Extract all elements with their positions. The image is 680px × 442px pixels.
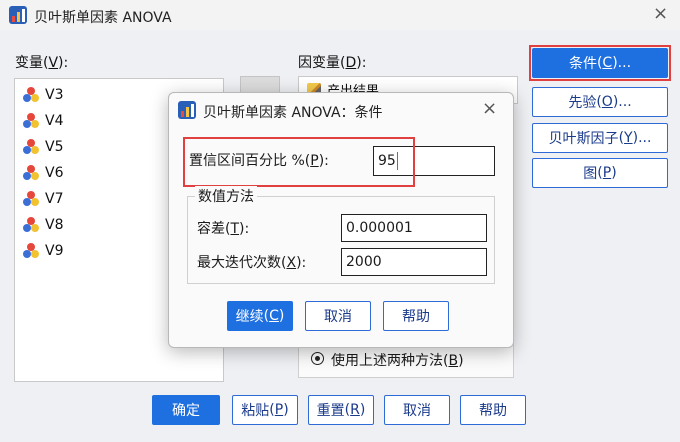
variable-label: V9	[45, 243, 64, 259]
dialog-title: 贝叶斯单因素 ANOVA：条件	[203, 105, 383, 121]
criteria-dialog: 贝叶斯单因素 ANOVA：条件 × 置信区间百分比 %(P): 95 数值方法 …	[168, 92, 514, 348]
priors-button[interactable]: 先验(O)...	[532, 87, 668, 117]
variable-label: V6	[45, 165, 64, 181]
scale-variable-icon	[23, 113, 39, 129]
reset-button[interactable]: 重置(R)	[308, 395, 374, 425]
help-button[interactable]: 帮助	[460, 395, 526, 425]
list-item[interactable]: V6	[23, 162, 63, 184]
variable-label: V3	[45, 87, 64, 103]
list-item[interactable]: V3	[23, 84, 63, 106]
confidence-highlight-frame	[183, 137, 415, 187]
dependent-label: 因变量(D):	[298, 55, 367, 71]
dialog-titlebar: 贝叶斯单因素 ANOVA：条件 ×	[169, 93, 513, 127]
dialog-help-button[interactable]: 帮助	[383, 301, 449, 331]
scale-variable-icon	[23, 139, 39, 155]
window-close-icon[interactable]: ×	[653, 3, 668, 24]
bayes-factor-button[interactable]: 贝叶斯因子(Y)...	[532, 123, 668, 153]
tolerance-input[interactable]: 0.000001	[341, 214, 487, 242]
max-iterations-label: 最大迭代次数(X):	[197, 255, 307, 271]
ok-button[interactable]: 确定	[152, 395, 220, 425]
window-title: 贝叶斯单因素 ANOVA	[34, 10, 172, 26]
dialog-cancel-button[interactable]: 取消	[305, 301, 371, 331]
paste-button[interactable]: 粘贴(P)	[232, 395, 298, 425]
tolerance-label: 容差(T):	[197, 221, 250, 237]
variable-label: V7	[45, 191, 64, 207]
list-item[interactable]: V9	[23, 240, 63, 262]
variable-label: V8	[45, 217, 64, 233]
main-titlebar: 贝叶斯单因素 ANOVA ×	[0, 0, 680, 30]
scale-variable-icon	[23, 87, 39, 103]
radio-both-methods[interactable]	[311, 352, 324, 365]
criteria-highlight-frame	[529, 45, 671, 81]
list-item[interactable]: V7	[23, 188, 63, 210]
continue-button[interactable]: 继续(C)	[227, 301, 293, 331]
scale-variable-icon	[23, 165, 39, 181]
variable-label: V4	[45, 113, 64, 129]
list-item[interactable]: V5	[23, 136, 63, 158]
max-iterations-input[interactable]: 2000	[341, 248, 487, 276]
plots-button[interactable]: 图(P)	[532, 158, 668, 188]
scale-variable-icon	[23, 243, 39, 259]
app-icon	[178, 101, 196, 119]
cancel-button[interactable]: 取消	[384, 395, 450, 425]
radio-both-methods-label: 使用上述两种方法(B)	[331, 353, 464, 369]
variables-label: 变量(V):	[15, 55, 69, 71]
scale-variable-icon	[23, 191, 39, 207]
app-icon	[9, 6, 27, 24]
numeric-method-title: 数值方法	[195, 186, 257, 206]
list-item[interactable]: V8	[23, 214, 63, 236]
dialog-close-icon[interactable]: ×	[482, 98, 497, 119]
list-item[interactable]: V4	[23, 110, 63, 132]
variable-label: V5	[45, 139, 64, 155]
scale-variable-icon	[23, 217, 39, 233]
